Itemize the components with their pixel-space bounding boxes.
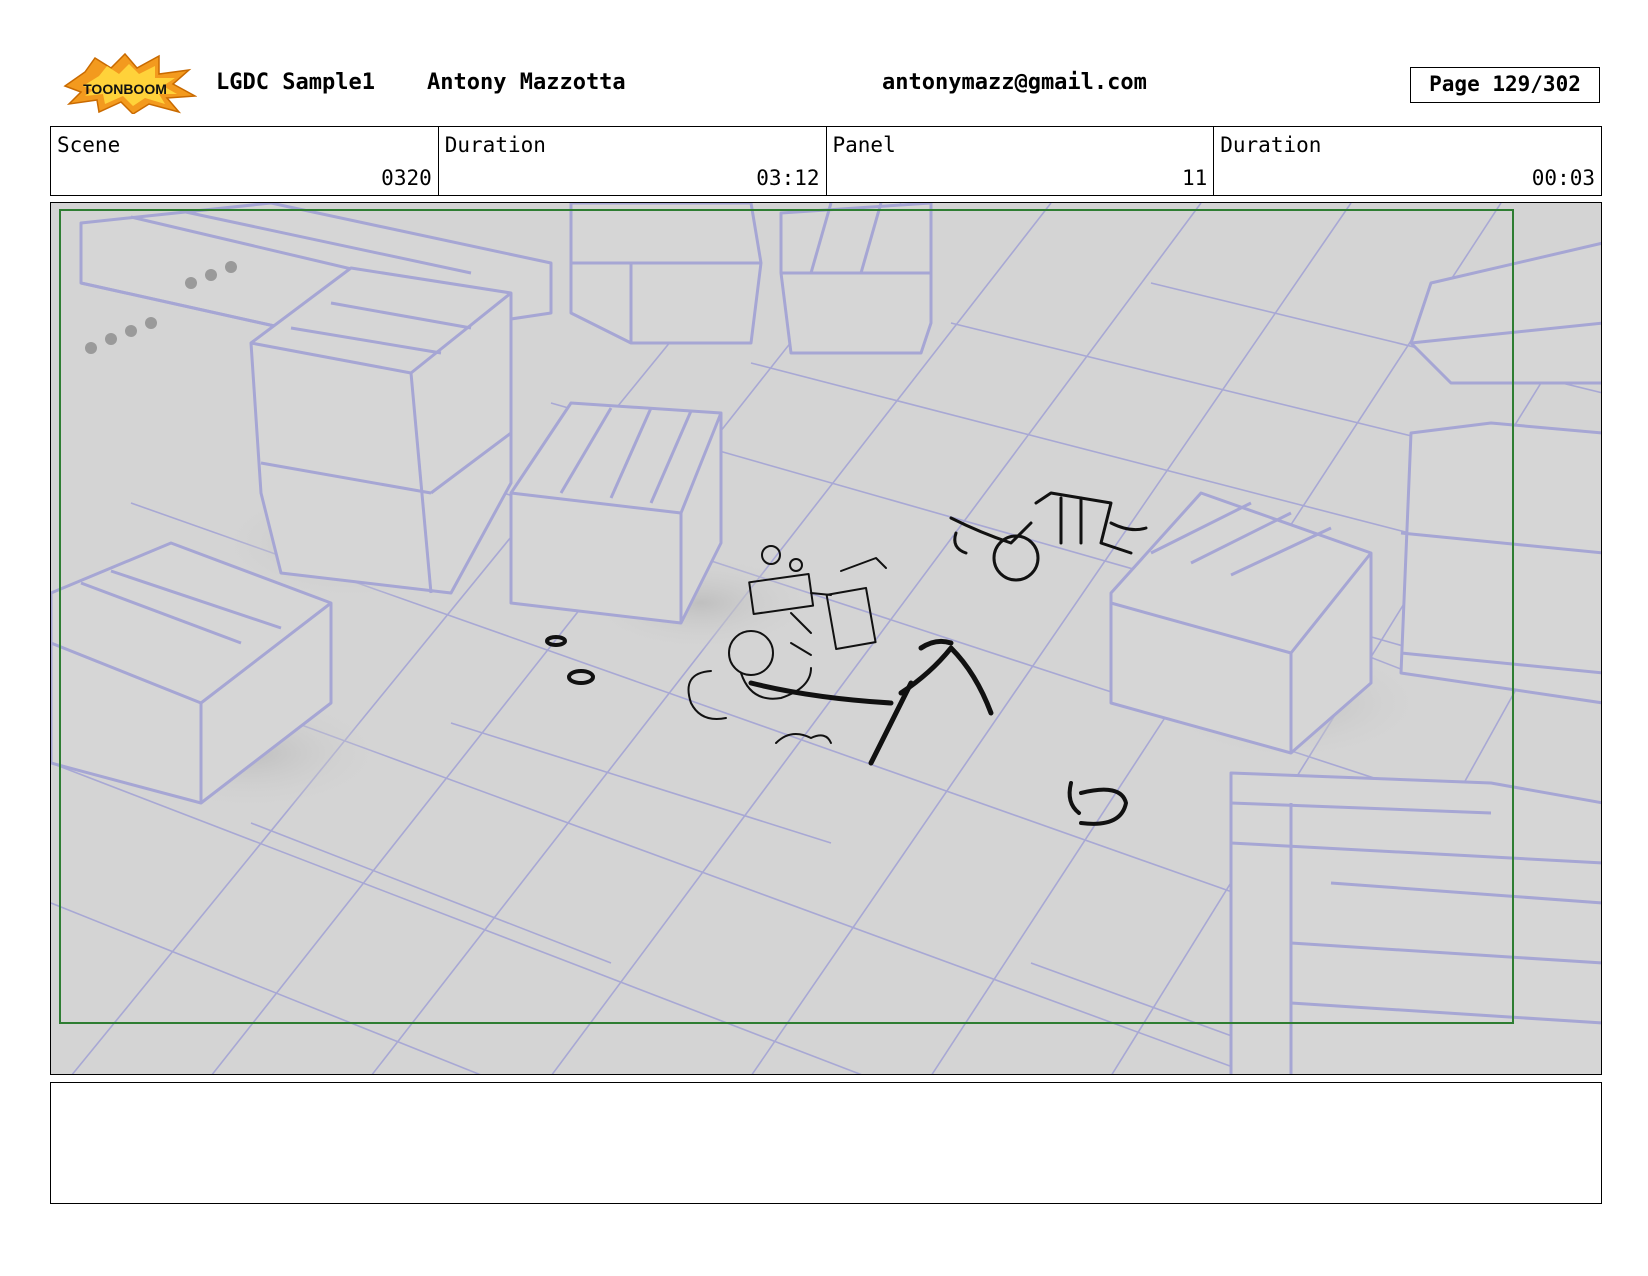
panel-info-table: Scene 0320 Duration 03:12 Panel 11 Durat… [50,126,1602,196]
project-name: LGDC Sample1 [216,70,375,95]
panel-duration-label: Duration [1220,133,1322,157]
author-name: Antony Mazzotta [427,70,626,95]
scene-duration-label: Duration [444,133,546,157]
storyboard-drawing [51,203,1601,1074]
scene-cell: Scene 0320 [51,127,439,195]
panel-label: Panel [832,133,896,157]
author-email: antonymazz@gmail.com [882,70,1147,95]
scene-duration-cell: Duration 03:12 [439,127,827,195]
storyboard-frame [50,202,1602,1075]
scene-duration-value: 03:12 [756,166,820,190]
panel-duration-cell: Duration 00:03 [1214,127,1601,195]
panel-duration-value: 00:03 [1531,166,1595,190]
panel-notes-box[interactable] [50,1082,1602,1204]
panel-value: 11 [1181,166,1208,190]
toonboom-logo: TOONBOOM [55,52,198,115]
page-indicator: Page 129/302 [1410,67,1600,103]
scene-label: Scene [57,133,121,157]
crates-set [51,203,1601,1074]
panel-cell: Panel 11 [827,127,1215,195]
scene-value: 0320 [381,166,432,190]
logo-starburst-icon: TOONBOOM [63,52,198,115]
logo-text: TOONBOOM [83,81,167,97]
